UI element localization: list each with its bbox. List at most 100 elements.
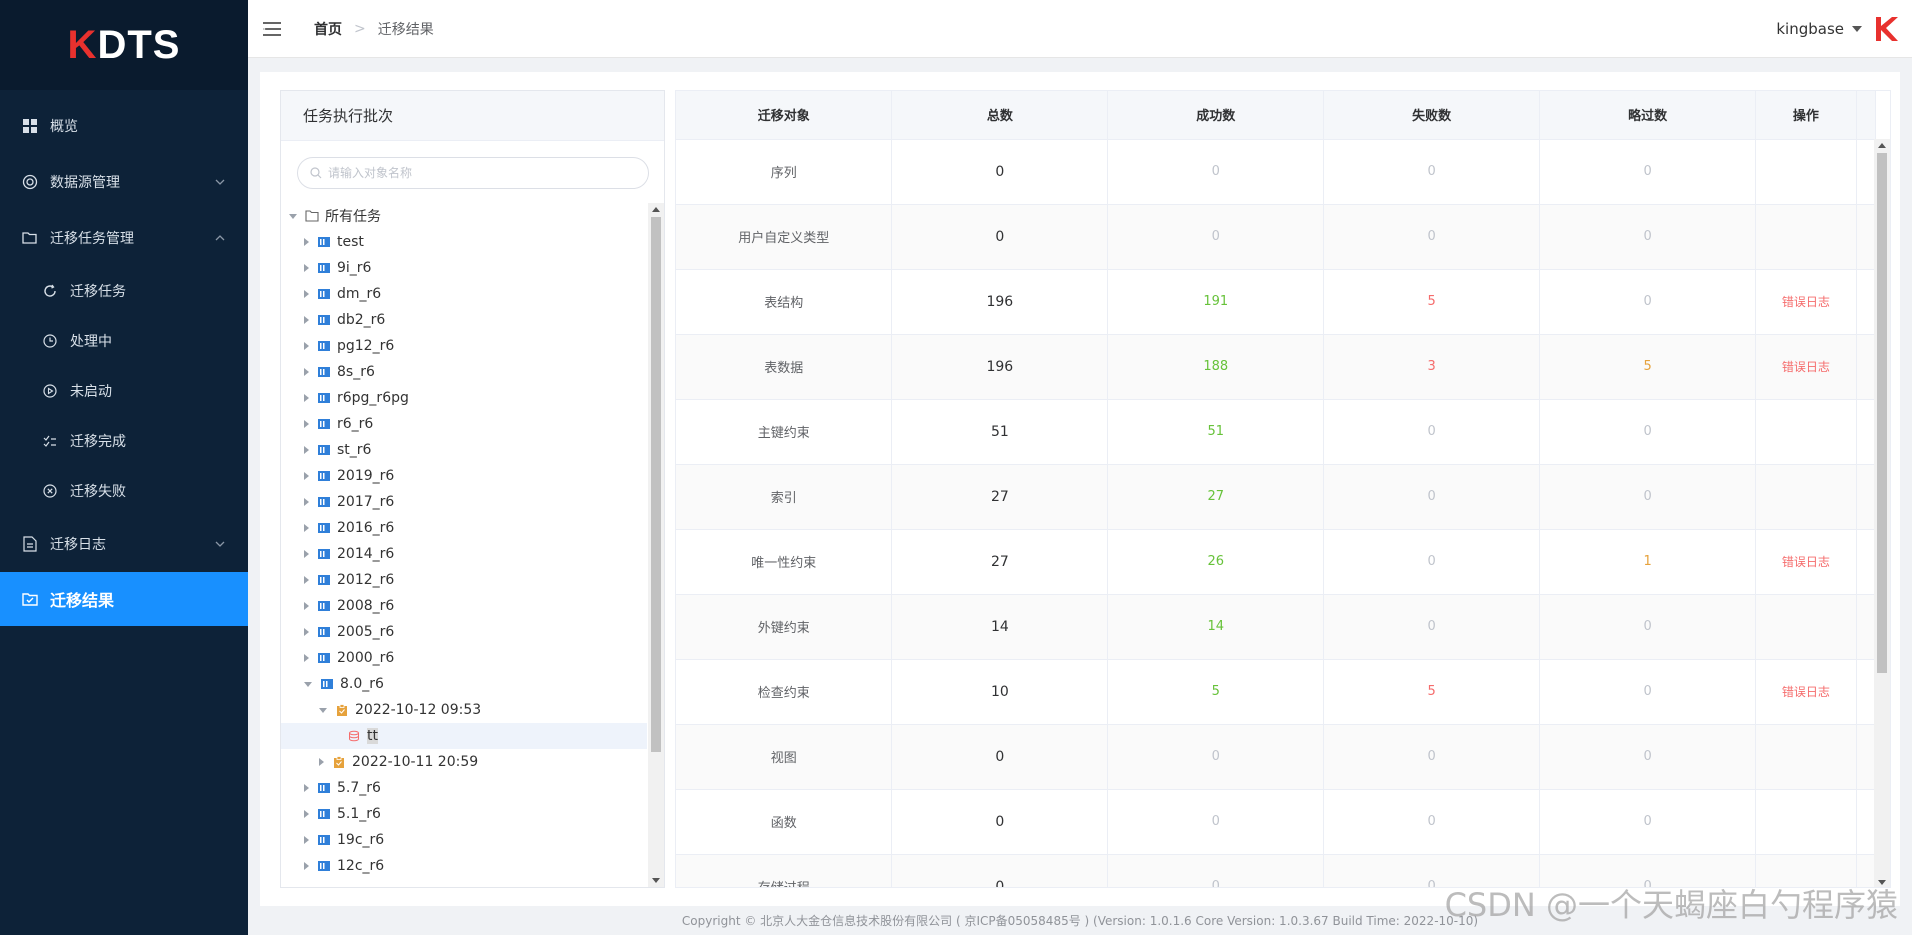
cell-skip: 1 [1539,529,1757,595]
tree-scrollbar-thumb[interactable] [651,217,661,752]
scroll-up-arrow-icon[interactable] [652,207,660,212]
expand-arrow-icon[interactable] [304,498,309,506]
hamburger-menu-icon[interactable] [260,17,284,41]
tree-node[interactable]: 9i_r6 [281,255,647,281]
sidebar-item-task-management[interactable]: 迁移任务管理 [0,210,248,266]
app-logo[interactable]: KDTS [0,0,248,90]
expand-arrow-icon[interactable] [304,550,309,558]
expand-arrow-icon[interactable] [304,576,309,584]
user-dropdown[interactable]: kingbase [1776,0,1862,58]
tree-node[interactable]: 19c_r6 [281,827,647,853]
sidebar-subitem-migration-task[interactable]: 迁移任务 [0,266,248,316]
task-book-icon [317,313,331,327]
sidebar-subitem-not-started[interactable]: 未启动 [0,366,248,416]
breadcrumb-home[interactable]: 首页 [314,19,342,39]
expand-arrow-icon[interactable] [304,264,309,272]
error-log-link[interactable]: 错误日志 [1782,685,1830,699]
tree-node[interactable]: 2014_r6 [281,541,647,567]
error-log-link[interactable]: 错误日志 [1782,295,1830,309]
expand-arrow-icon[interactable] [304,681,312,687]
scroll-up-arrow-icon[interactable] [1878,143,1886,148]
scroll-down-arrow-icon[interactable] [652,878,660,883]
sidebar-item-migration-result[interactable]: 迁移结果 [0,572,248,626]
tree-node[interactable]: 2017_r6 [281,489,647,515]
expand-arrow-icon[interactable] [304,238,309,246]
tree-node[interactable]: 2005_r6 [281,619,647,645]
expand-arrow-icon[interactable] [304,524,309,532]
tree-node[interactable]: 8s_r6 [281,359,647,385]
table-scrollbar[interactable] [1874,139,1890,887]
cell-success: 5 [1107,659,1325,725]
tree-node-label: test [337,234,364,250]
expand-arrow-icon[interactable] [304,654,309,662]
expand-arrow-icon[interactable] [304,810,309,818]
tree-node[interactable]: 2008_r6 [281,593,647,619]
tree-node[interactable]: r6_r6 [281,411,647,437]
cell-fail: 0 [1323,464,1541,530]
cell-action [1755,464,1857,530]
expand-arrow-icon[interactable] [304,784,309,792]
tree-node[interactable]: 2019_r6 [281,463,647,489]
expand-arrow-icon[interactable] [319,758,324,766]
expand-arrow-icon[interactable] [304,290,309,298]
error-log-link[interactable]: 错误日志 [1782,555,1830,569]
cell-object: 存储过程 [676,854,893,887]
tree-node[interactable]: 12c_r6 [281,853,647,879]
logo-prefix: K [67,22,98,67]
sidebar-item-datasource[interactable]: 数据源管理 [0,154,248,210]
tree-node[interactable]: pg12_r6 [281,333,647,359]
tree-node[interactable]: 5.1_r6 [281,801,647,827]
cell-object: 索引 [676,464,893,530]
sidebar-subitem-completed[interactable]: 迁移完成 [0,416,248,466]
tree-node[interactable]: test [281,229,647,255]
tree-node[interactable]: 2000_r6 [281,645,647,671]
tree-node-label: tt [367,728,378,744]
clock-icon [42,333,58,349]
tree-scrollbar[interactable] [648,203,664,887]
col-header-success: 成功数 [1107,91,1325,140]
tree-search-box[interactable] [297,157,649,189]
sidebar-subitem-processing[interactable]: 处理中 [0,316,248,366]
task-book-icon [317,417,331,431]
tree-search-input[interactable] [328,166,628,180]
tree-node[interactable]: db2_r6 [281,307,647,333]
error-log-link[interactable]: 错误日志 [1782,360,1830,374]
cell-total: 0 [891,854,1109,887]
expand-arrow-icon[interactable] [304,394,309,402]
cell-gutter [1856,529,1877,595]
tree-node[interactable]: 2022-10-11 20:59 [281,749,647,775]
tree-node[interactable]: 8.0_r6 [281,671,647,697]
expand-arrow-icon[interactable] [289,213,297,219]
tree-node[interactable]: r6pg_r6pg [281,385,647,411]
tree-node[interactable]: tt [281,723,647,749]
cell-gutter [1856,464,1877,530]
table-scrollbar-thumb[interactable] [1877,153,1887,673]
tree-node[interactable]: 2016_r6 [281,515,647,541]
expand-arrow-icon[interactable] [304,628,309,636]
expand-arrow-icon[interactable] [304,420,309,428]
cell-gutter [1856,269,1877,335]
expand-arrow-icon[interactable] [304,446,309,454]
tree-node[interactable]: st_r6 [281,437,647,463]
tree-node-root[interactable]: 所有任务 [281,203,647,229]
sidebar-item-overview[interactable]: 概览 [0,98,248,154]
cell-object: 检查约束 [676,659,893,725]
expand-arrow-icon[interactable] [304,836,309,844]
sidebar-item-migration-log[interactable]: 迁移日志 [0,516,248,572]
tree-node-label: 2000_r6 [337,650,395,666]
tree-node[interactable]: 2012_r6 [281,567,647,593]
expand-arrow-icon[interactable] [304,342,309,350]
expand-arrow-icon[interactable] [319,707,327,713]
tree-node[interactable]: 2022-10-12 09:53 [281,697,647,723]
expand-arrow-icon[interactable] [304,602,309,610]
tree-node[interactable]: dm_r6 [281,281,647,307]
cell-action [1755,724,1857,790]
tree-node[interactable]: 5.7_r6 [281,775,647,801]
expand-arrow-icon[interactable] [304,862,309,870]
expand-arrow-icon[interactable] [304,472,309,480]
sidebar-subitem-failed[interactable]: 迁移失败 [0,466,248,516]
expand-arrow-icon[interactable] [304,368,309,376]
table-row: 表数据 196 188 3 5 错误日志 [676,334,1877,400]
task-book-icon [317,469,331,483]
expand-arrow-icon[interactable] [304,316,309,324]
